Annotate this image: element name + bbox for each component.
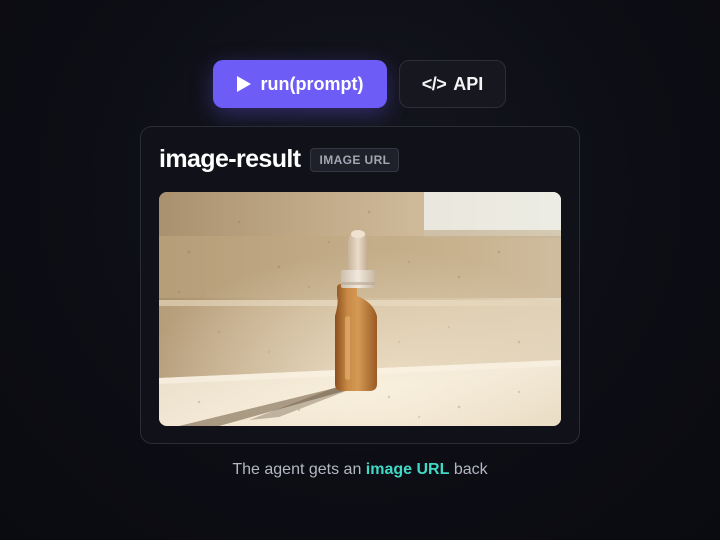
api-button[interactable]: </> API (399, 60, 506, 108)
api-label: API (453, 73, 484, 94)
image-url-badge: IMAGE URL (310, 147, 400, 172)
caption-highlight: image URL (365, 461, 450, 478)
run-prompt-button[interactable]: run(prompt) (213, 60, 387, 108)
run-prompt-label: run(prompt) (260, 73, 364, 94)
card-title: image-result (159, 145, 301, 173)
card-header: image-result IMAGE URL (159, 145, 400, 174)
code-icon: </> (421, 73, 447, 94)
toolbar: run(prompt) </> API (213, 60, 506, 108)
result-image[interactable] (159, 192, 561, 426)
caption-suffix: back (449, 461, 488, 478)
play-icon (236, 76, 251, 92)
caption-prefix: The agent gets an (232, 461, 366, 478)
caption: The agent gets an image URL back (0, 461, 720, 479)
product-photo (159, 192, 561, 426)
image-result-card: image-result IMAGE URL (140, 126, 580, 444)
